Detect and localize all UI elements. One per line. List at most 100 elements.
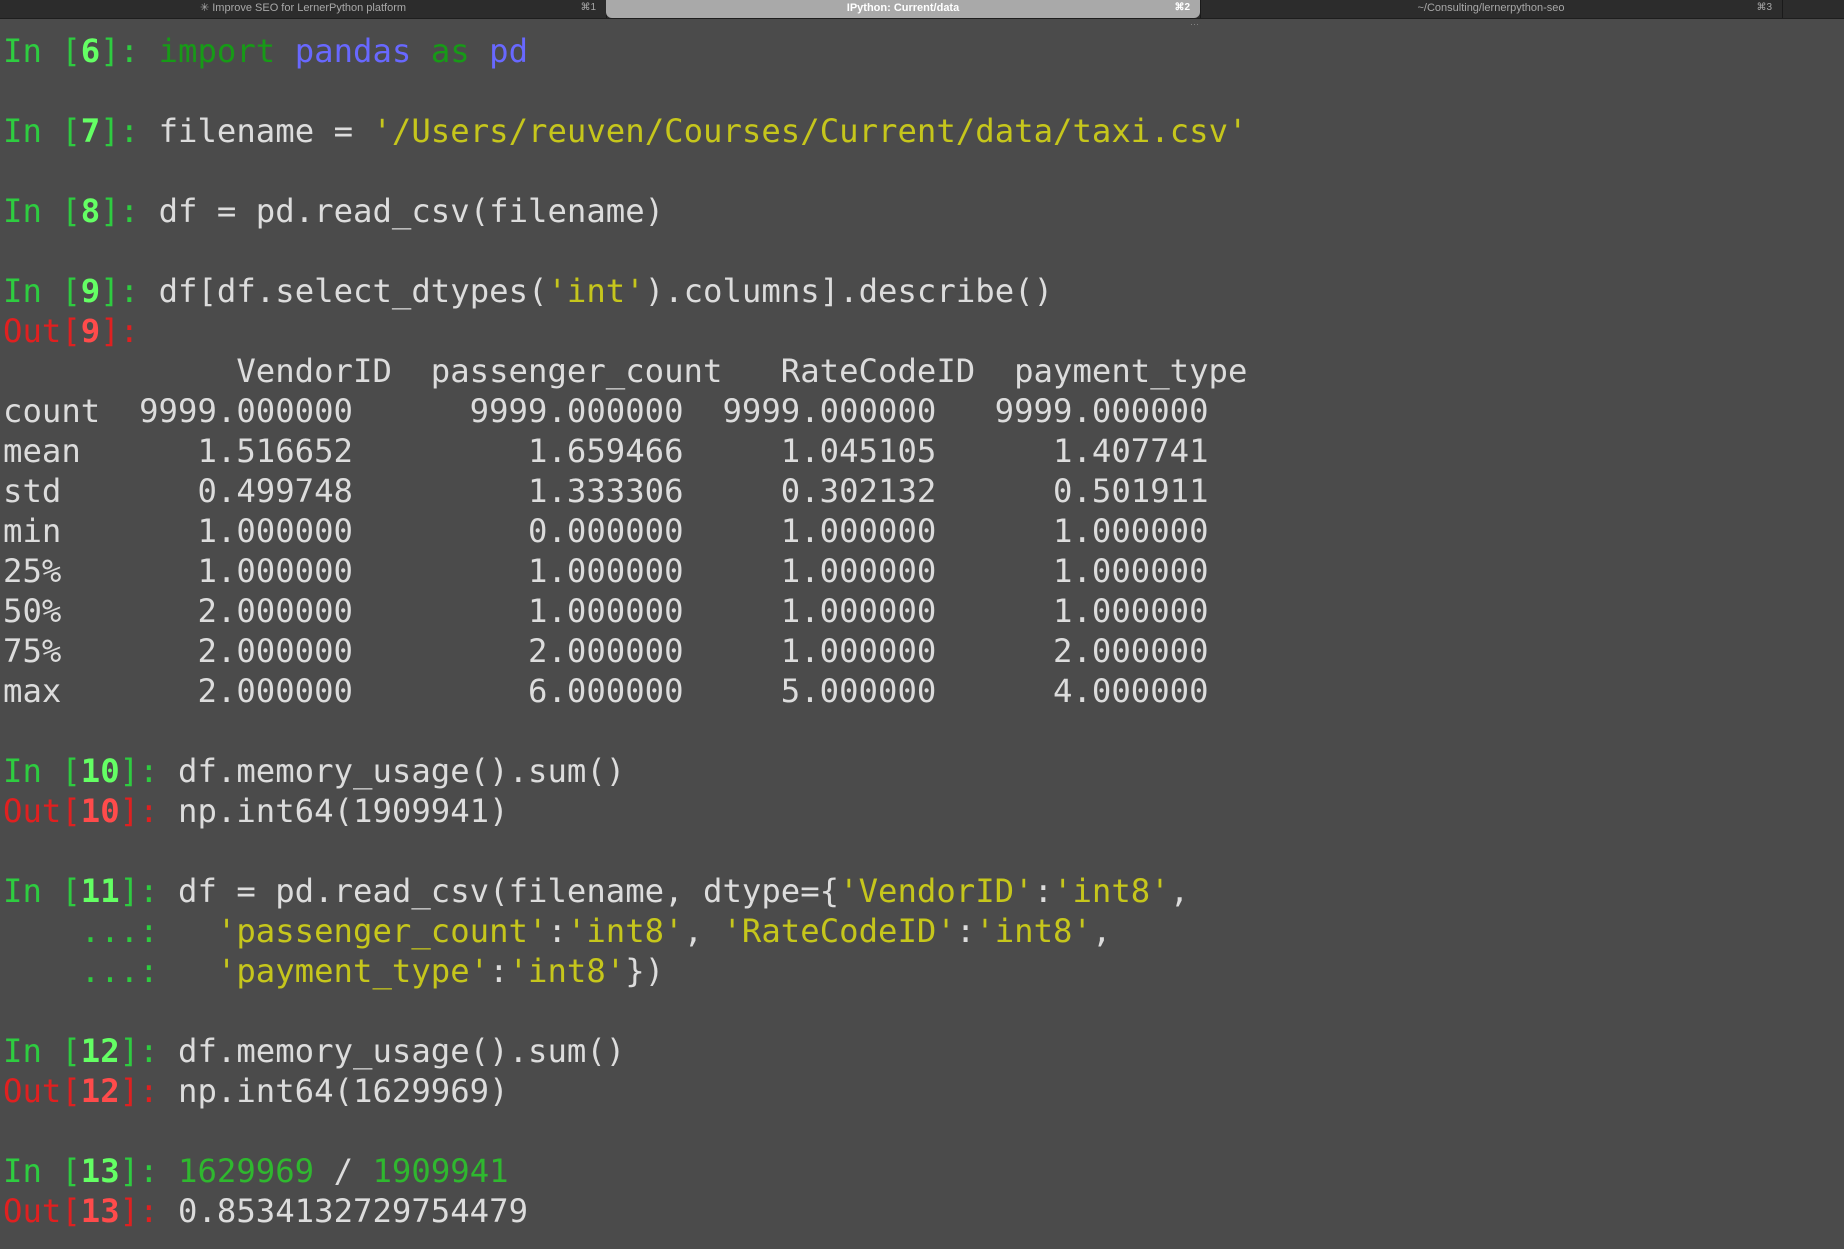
continuation-prompt: ...: <box>3 912 217 950</box>
out-prompt: Out[ <box>3 312 81 350</box>
describe-output-table: VendorID passenger_count RateCodeID paym… <box>3 351 1839 711</box>
table-header: VendorID passenger_count RateCodeID paym… <box>3 352 1248 390</box>
tab-shortcut: ⌘2 <box>1174 2 1190 13</box>
code-string: 'RateCodeID' <box>722 912 956 950</box>
tab-shortcut: ⌘3 <box>1756 2 1772 13</box>
code-text: : <box>489 952 509 990</box>
continuation-line: ...: 'payment_type':'int8'}) <box>3 951 1839 991</box>
prompt-number: 9 <box>80 272 101 310</box>
in-prompt-suffix: ]: <box>119 1152 179 1190</box>
table-row: count 9999.000000 9999.000000 9999.00000… <box>3 392 1209 430</box>
code-text: ).columns].describe() <box>644 272 1054 310</box>
code-string: 'int8' <box>508 952 626 990</box>
tab-title: IPython: Current/data <box>846 2 960 14</box>
out-prompt: Out[ <box>3 792 81 830</box>
tab-shortcut: ⌘1 <box>580 2 596 13</box>
in-prompt-suffix: ]: <box>100 112 159 150</box>
tab-divider <box>1782 0 1783 18</box>
tab-bar: ✳ Improve SEO for LernerPython platform … <box>0 0 1844 19</box>
prompt-number: 13 <box>80 1192 120 1230</box>
code-text: df = pd.read_csv(filename) <box>158 192 665 230</box>
continuation-prompt: ...: <box>3 952 217 990</box>
code-keyword: import <box>158 32 276 70</box>
code-text: filename = <box>158 112 373 150</box>
ipython-terminal[interactable]: In [6]: import pandas as pd In [7]: file… <box>3 31 1839 1231</box>
out-prompt-suffix: ]: <box>119 1192 179 1230</box>
code-number: 1629969 <box>178 1152 315 1190</box>
in-prompt: In [ <box>3 112 81 150</box>
table-row: 75% 2.000000 2.000000 1.000000 2.000000 <box>3 632 1209 670</box>
code-text: df[df.select_dtypes( <box>158 272 548 310</box>
input-line-8: In [8]: df = pd.read_csv(filename) <box>3 191 1839 231</box>
tab-overflow-indicator: ··· <box>1190 19 1199 29</box>
in-prompt-suffix: ]: <box>119 752 179 790</box>
prompt-number: 6 <box>80 32 101 70</box>
table-row: std 0.499748 1.333306 0.302132 0.501911 <box>3 472 1209 510</box>
code-text: : <box>1033 872 1054 910</box>
code-text: : <box>955 912 976 950</box>
in-prompt: In [ <box>3 1032 81 1070</box>
code-module: pd <box>489 32 529 70</box>
prompt-number: 8 <box>80 192 101 230</box>
code-text: , <box>683 912 723 950</box>
in-prompt-suffix: ]: <box>100 192 159 230</box>
prompt-number: 10 <box>80 752 120 790</box>
code-keyword: as <box>430 32 470 70</box>
tab-consulting-lernerpython-seo[interactable]: ~/Consulting/lernerpython-seo ⌘3 <box>1200 0 1782 18</box>
code-string: 'payment_type' <box>216 952 490 990</box>
in-prompt-suffix: ]: <box>100 32 159 70</box>
tab-ipython-current-data[interactable]: IPython: Current/data ⌘2 <box>606 0 1200 18</box>
prompt-number: 12 <box>80 1032 120 1070</box>
output-line-9: Out[9]: <box>3 311 1839 351</box>
input-line-6: In [6]: import pandas as pd <box>3 31 1839 71</box>
out-prompt-suffix: ]: <box>119 1072 179 1110</box>
input-line-13: In [13]: 1629969 / 1909941 <box>3 1151 1839 1191</box>
code-string: '/Users/reuven/Courses/Current/data/taxi… <box>372 112 1248 150</box>
code-text: , <box>1169 872 1190 910</box>
code-module: pandas <box>294 32 412 70</box>
code-number: 1909941 <box>372 1152 509 1190</box>
prompt-number: 7 <box>80 112 101 150</box>
code-string: 'VendorID' <box>839 872 1034 910</box>
prompt-number: 10 <box>80 792 120 830</box>
prompt-number: 11 <box>80 872 120 910</box>
code-text: , <box>1091 912 1112 950</box>
in-prompt: In [ <box>3 272 81 310</box>
out-prompt: Out[ <box>3 1072 81 1110</box>
table-row: mean 1.516652 1.659466 1.045105 1.407741 <box>3 432 1209 470</box>
prompt-number: 12 <box>80 1072 120 1110</box>
output-value: np.int64(1629969) <box>178 1072 509 1110</box>
output-line-10: Out[10]: np.int64(1909941) <box>3 791 1839 831</box>
in-prompt-suffix: ]: <box>100 272 159 310</box>
out-prompt-suffix: ]: <box>119 792 179 830</box>
prompt-number: 9 <box>80 312 101 350</box>
code-operator: / <box>314 1152 373 1190</box>
in-prompt: In [ <box>3 32 81 70</box>
input-line-9: In [9]: df[df.select_dtypes('int').colum… <box>3 271 1839 311</box>
code-string: 'int8' <box>1053 872 1170 910</box>
code-text: df.memory_usage().sum() <box>178 752 626 790</box>
in-prompt: In [ <box>3 192 81 230</box>
code-string: 'passenger_count' <box>216 912 548 950</box>
continuation-line: ...: 'passenger_count':'int8', 'RateCode… <box>3 911 1839 951</box>
tab-title: ~/Consulting/lernerpython-seo <box>1417 2 1565 14</box>
in-prompt: In [ <box>3 872 81 910</box>
in-prompt: In [ <box>3 1152 81 1190</box>
output-value: 0.8534132729754479 <box>178 1192 529 1230</box>
code-text: df.memory_usage().sum() <box>178 1032 626 1070</box>
tab-improve-seo[interactable]: ✳ Improve SEO for LernerPython platform … <box>0 0 606 18</box>
code-string: 'int8' <box>566 912 684 950</box>
table-row: min 1.000000 0.000000 1.000000 1.000000 <box>3 512 1209 550</box>
input-line-12: In [12]: df.memory_usage().sum() <box>3 1031 1839 1071</box>
code-string: 'int8' <box>975 912 1092 950</box>
in-prompt-suffix: ]: <box>119 872 179 910</box>
code-text: : <box>547 912 567 950</box>
code-text: df = pd.read_csv(filename, dtype={ <box>178 872 840 910</box>
